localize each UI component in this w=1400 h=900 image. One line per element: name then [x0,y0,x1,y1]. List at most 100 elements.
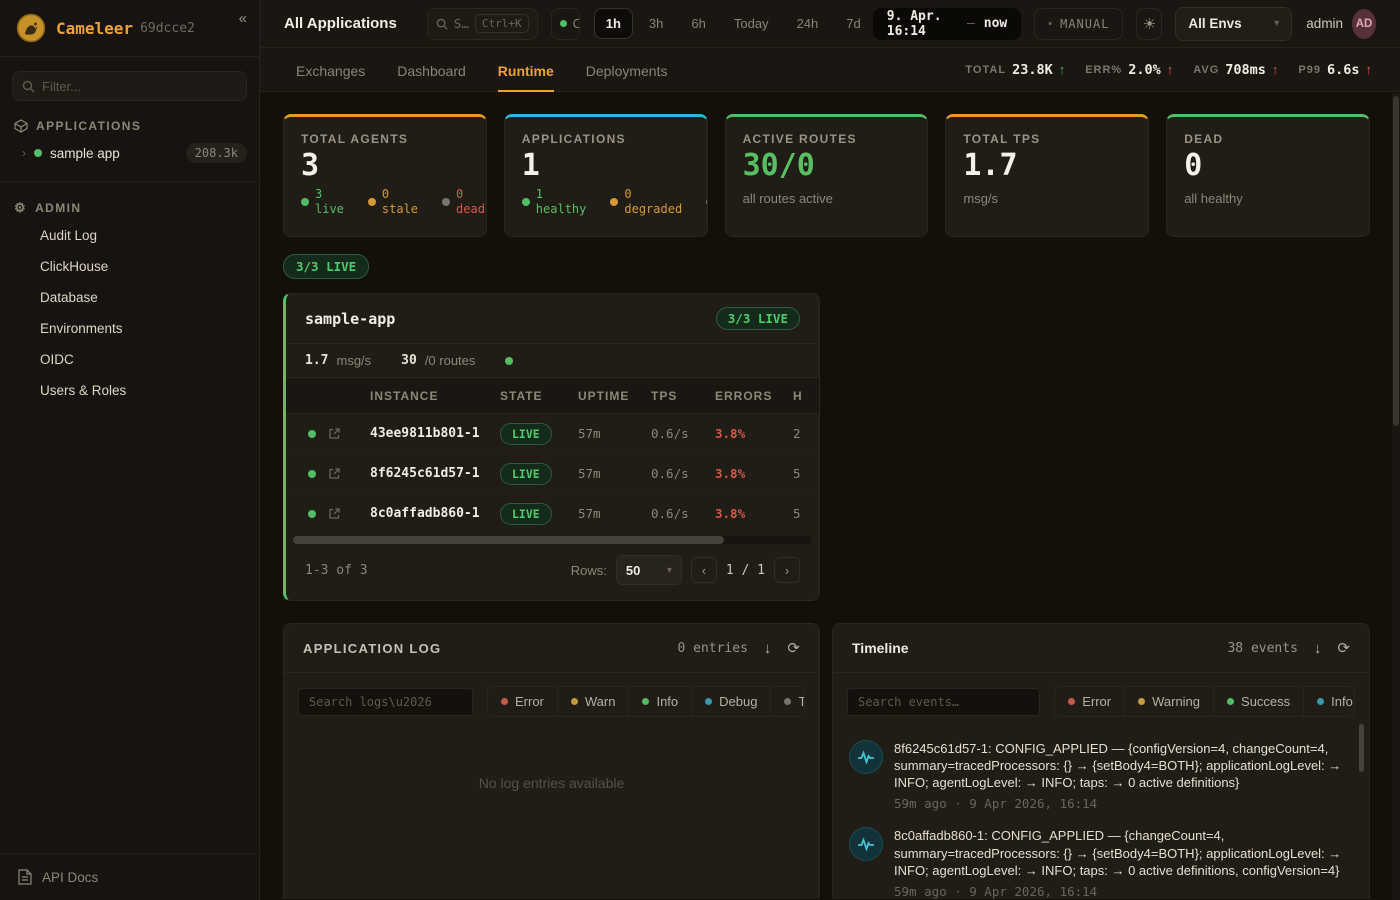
manual-refresh-button[interactable]: • MANUAL [1034,8,1123,40]
external-link-icon[interactable] [328,427,370,440]
table-row[interactable]: 43ee9811b801-1 LIVE 57m 0.6/s 3.8% 2 [286,413,819,453]
refresh-icon[interactable]: ⟳ [1337,639,1350,657]
scrollbar-thumb[interactable] [1359,724,1364,772]
uptime-cell: 57m [578,506,651,521]
external-link-icon[interactable] [328,507,370,520]
card-value: 3 [301,150,469,182]
range-button-24h[interactable]: 24h [785,8,831,39]
api-docs-link[interactable]: API Docs [0,853,259,900]
tab-runtime[interactable]: Runtime [498,48,554,92]
date-range-picker[interactable]: 9. Apr. 16:14 – now [873,8,1021,40]
sidebar-filter-input[interactable]: Filter... [12,71,247,101]
avatar[interactable]: AD [1352,9,1376,39]
sidebar-item-audit-log[interactable]: Audit Log [0,220,259,251]
card-title: DEAD [1184,132,1352,146]
bottom-panels: APPLICATION LOG 0 entries ↓ ⟳ Error Warn… [260,601,1400,899]
status-dot-green [308,430,316,438]
tps-value: 1.7 [305,353,328,368]
heap-cell: 2 [793,426,819,441]
sidebar-item-clickhouse[interactable]: ClickHouse [0,251,259,282]
vertical-scrollbar[interactable] [1392,93,1400,900]
timeline-search-input[interactable] [847,688,1040,716]
filter-info[interactable]: Info [1303,687,1355,716]
log-search-input[interactable] [298,688,473,716]
table-row[interactable]: 8c0affadb860-1 LIVE 57m 0.6/s 3.8% 5 [286,493,819,533]
download-icon[interactable]: ↓ [764,640,772,657]
sidebar-item-database[interactable]: Database [0,282,259,313]
live-summary-badge: 3/3 LIVE [283,254,369,279]
table-row[interactable]: 8f6245c61d57-1 LIVE 57m 0.6/s 3.8% 5 [286,453,819,493]
external-link-icon[interactable] [328,467,370,480]
pagination-range: 1-3 of 3 [305,563,368,578]
download-icon[interactable]: ↓ [1314,640,1322,657]
tab-dashboard[interactable]: Dashboard [397,48,466,92]
status-dot-red [1068,698,1075,705]
card-value: 1 [522,150,690,182]
chevron-down-icon: ▾ [1274,18,1279,29]
date-from: 9. Apr. 16:14 [887,9,958,39]
event-type-filter-group: Error Warning Success Info [1054,686,1355,717]
stat-cards-row: TOTAL AGENTS 3 3live 0stale 0dead APPLIC… [260,92,1400,237]
username-label: admin [1306,16,1343,31]
timeline-event[interactable]: 8c0affadb860-1: CONFIG_APPLIED — {change… [849,827,1345,898]
card-applications: APPLICATIONS 1 1healthy 0degraded 0criti… [504,114,708,237]
tab-deployments[interactable]: Deployments [586,48,668,92]
filter-info[interactable]: Info [628,687,691,716]
filter-error[interactable]: Error [1055,687,1124,716]
range-button-today[interactable]: Today [722,8,781,39]
refresh-icon[interactable]: ⟳ [787,639,800,657]
substat: 1healthy [536,187,587,218]
sidebar-item-sample-app[interactable]: › sample app 208.3k [0,137,259,169]
uptime-cell: 57m [578,466,651,481]
col-state: STATE [500,389,578,403]
global-search-input[interactable]: S… Ctrl+K [427,8,538,40]
scrollbar-thumb[interactable] [293,536,724,544]
app-item-label: sample app [50,146,120,161]
card-title: ACTIVE ROUTES [743,132,911,146]
sidebar-item-environments[interactable]: Environments [0,313,259,344]
filter-success[interactable]: Success [1213,687,1303,716]
trend-up-icon: ↑ [1366,62,1373,77]
live-status-toggle[interactable]: O [551,8,580,40]
status-dot-gray [706,198,707,206]
substat: 0stale [382,187,418,218]
range-button-1h[interactable]: 1h [594,8,633,39]
status-dot-orange [610,198,618,206]
range-button-7d[interactable]: 7d [834,8,872,39]
status-dot-green [1227,698,1234,705]
rows-per-page-select[interactable]: 50 ▾ [616,555,682,585]
timeline-event[interactable]: 8f6245c61d57-1: CONFIG_APPLIED — {config… [849,740,1345,811]
search-icon [22,80,35,93]
search-placeholder: S… [454,16,469,31]
sidebar-item-users-roles[interactable]: Users & Roles [0,375,259,406]
tab-exchanges[interactable]: Exchanges [296,48,365,92]
state-badge: LIVE [500,463,552,485]
filter-warn[interactable]: Warn [557,687,629,716]
sidebar-collapse-icon[interactable]: « [239,10,247,27]
filter-warning[interactable]: Warning [1124,687,1213,716]
next-page-button[interactable]: › [774,557,800,583]
sidebar: Cameleer 69dcce2 « Filter... APPLICATION… [0,0,260,900]
card-total-tps: TOTAL TPS 1.7 msg/s [945,114,1149,237]
table-pagination: 1-3 of 3 Rows: 50 ▾ ‹ 1 / 1 › [286,544,819,600]
chevron-right-icon[interactable]: › [22,146,26,160]
admin-section-header: ⚙ ADMIN [0,192,259,220]
metric-label: TOTAL [965,64,1006,76]
theme-toggle-sun-icon[interactable]: ☀ [1136,8,1162,40]
filter-error[interactable]: Error [488,687,557,716]
range-button-6h[interactable]: 6h [679,8,717,39]
environment-select[interactable]: All Envs ▾ [1175,7,1292,41]
uptime-cell: 57m [578,426,651,441]
substat: 0degraded [624,187,682,218]
filter-trace[interactable]: Trace [770,687,805,716]
prev-page-button[interactable]: ‹ [691,557,717,583]
search-icon [436,18,448,30]
horizontal-scrollbar[interactable] [293,536,812,544]
state-badge: LIVE [500,503,552,525]
range-button-3h[interactable]: 3h [637,8,675,39]
filter-debug[interactable]: Debug [691,687,770,716]
app-card-substats: 1.7 msg/s 30 /0 routes [286,343,819,377]
application-log-panel: APPLICATION LOG 0 entries ↓ ⟳ Error Warn… [283,623,820,899]
sidebar-item-oidc[interactable]: OIDC [0,344,259,375]
scrollbar-thumb[interactable] [1393,96,1399,426]
